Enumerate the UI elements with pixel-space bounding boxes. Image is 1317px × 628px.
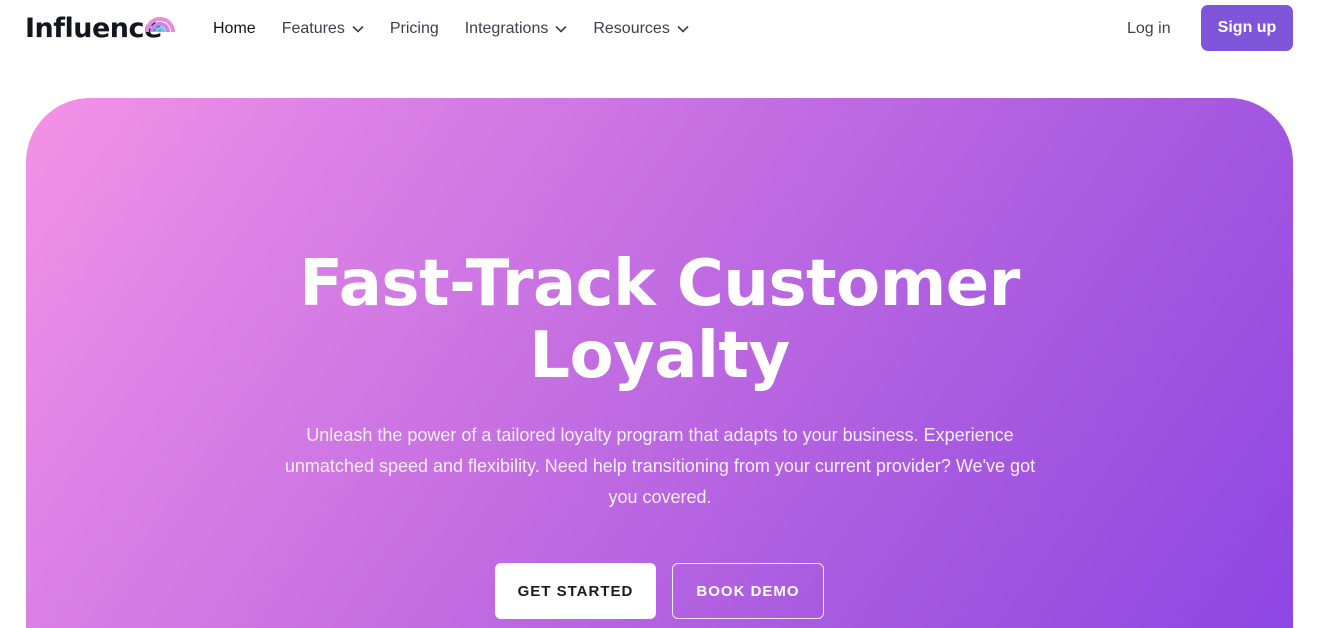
nav-pricing-label: Pricing [389,20,439,37]
nav-home-label: Home [213,20,256,37]
nav-pricing[interactable]: Pricing [390,20,439,38]
nav-features-label: Features [281,20,345,37]
chevron-down-icon [555,25,567,33]
signup-button[interactable]: Sign up [1201,5,1293,51]
logo-text: Influence [25,12,162,44]
get-started-button[interactable]: GET STARTED [495,563,656,619]
rainbow-arc-icon [145,17,175,33]
hero-title: Fast-Track Customer Loyalty [26,248,1293,392]
nav-integrations-label: Integrations [464,20,549,37]
chevron-down-icon [677,25,689,33]
nav-integrations[interactable]: Integrations [465,20,568,38]
nav-resources[interactable]: Resources [593,20,689,38]
login-link[interactable]: Log in [1127,17,1171,41]
book-demo-button[interactable]: BOOK DEMO [672,563,824,619]
hero-title-line-1: Fast-Track Customer [299,247,1020,321]
top-navbar: Influence Home Features Pricing Integrat… [0,0,1317,58]
nav-home[interactable]: Home [213,20,256,38]
logo[interactable]: Influence [25,8,175,48]
hero-title-line-2: Loyalty [529,319,790,393]
page: Influence Home Features Pricing Integrat… [0,0,1317,628]
main-nav: Home Features Pricing Integrations Resou… [213,17,715,41]
nav-features[interactable]: Features [282,20,364,38]
chevron-down-icon [352,25,364,33]
nav-resources-label: Resources [593,20,670,37]
hero-section: Fast-Track Customer Loyalty Unleash the … [26,98,1293,628]
hero-subtitle: Unleash the power of a tailored loyalty … [284,425,1036,507]
